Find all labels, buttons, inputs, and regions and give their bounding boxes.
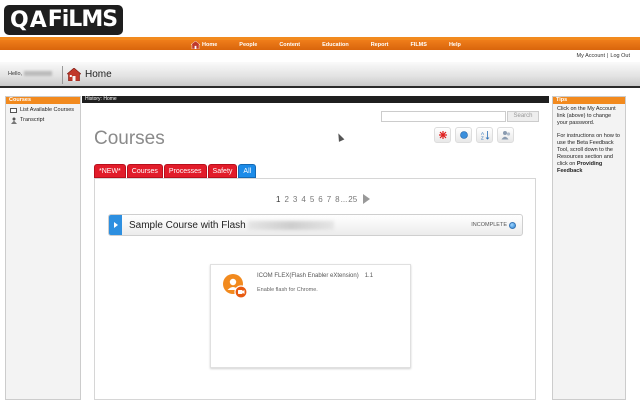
nav-label: Help [448,42,461,48]
site-logo[interactable]: Q A FiLMS [4,5,124,35]
account-separator: | [606,53,609,59]
course-tabs: *NEW* Courses Processes Safety All [94,164,257,178]
sidebar-item-transcript[interactable]: Transcript [6,114,80,124]
left-sidebar-title: Courses [6,97,80,104]
search-input[interactable] [381,111,506,122]
tab-new[interactable]: *NEW* [94,164,126,178]
nav-item-report[interactable]: Report [360,42,400,48]
search-button[interactable]: Search [507,111,539,122]
status-icon [459,131,468,139]
greeting: Hello, [8,71,53,77]
page-5[interactable]: 5 [310,195,314,204]
course-row[interactable]: Sample Course with Flash INCOMPLETE [108,214,523,236]
nav-item-content[interactable]: Content [268,42,311,48]
breadcrumb-home[interactable]: Home [67,68,112,81]
tips-title: Tips [553,97,625,104]
item-title[interactable]: ICOM FLEX(Flash Enabler eXtension) [257,273,359,279]
right-sidebar: Tips Click on the My Account link (above… [552,96,626,400]
item-version: 1.1 [364,273,374,279]
tab-all[interactable]: All [238,164,257,178]
status-button[interactable] [455,127,472,143]
home-icon [191,41,200,49]
redacted-user-name [24,71,53,77]
remove-button[interactable] [434,127,451,143]
divider [62,66,63,84]
nav-label: People [239,42,258,48]
main-content: History: Home Search Courses A Z *NEW* C… [82,96,549,400]
page-7[interactable]: 7 [327,195,331,204]
logo-box: Q A FiLMS [4,5,124,35]
page-8[interactable]: 8 [335,195,339,204]
item-description: Enable flash for Chrome. [257,287,318,293]
left-sidebar: Courses List Available Courses Transcrip… [5,96,81,400]
pagination: 1 2 3 4 5 6 7 8 ... 25 [276,194,371,204]
course-panel: 1 2 3 4 5 6 7 8 ... 25 Sample Course wit… [94,178,536,400]
sort-button[interactable]: A Z [476,127,493,143]
redacted-text [247,220,334,230]
nav-label: Home [202,42,218,48]
nav-label: Content [279,42,301,48]
page-4[interactable]: 4 [301,195,305,204]
user-filter-button[interactable] [497,127,514,143]
tip-feedback: For instructions on how to use the Beta … [553,131,625,175]
logo-a: A [29,7,47,33]
nav-item-help[interactable]: Help [438,42,472,48]
logo-films: FiLMS [47,7,118,32]
nav-item-people[interactable]: People [228,42,268,48]
page-title: Courses [94,128,165,149]
course-title: Sample Course with Flash [129,219,246,231]
flash-extension-icon [223,274,248,299]
sidebar-item-label: Transcript [20,117,45,123]
sidebar-item-label: List Available Courses [20,107,75,113]
svg-text:Z: Z [481,136,484,141]
nav-item-education[interactable]: Education [311,42,360,48]
sort-icon: A Z [481,131,489,141]
sidebar-item-list-courses[interactable]: List Available Courses [6,104,80,114]
page-6[interactable]: 6 [318,195,322,204]
tip-account: Click on the My Account link (above) to … [557,106,616,126]
log-out-link[interactable]: Log Out [610,53,630,59]
tab-safety[interactable]: Safety [207,164,238,178]
breadcrumb-label: Home [85,69,112,80]
main-nav: Home People Content Education Report FIL… [0,40,640,50]
course-status: INCOMPLETE [471,221,516,229]
greeting-bar: Hello, Home [0,62,640,88]
status-dot-icon [509,221,516,229]
item-title-row: ICOM FLEX(Flash Enabler eXtension) 1.1 [257,273,373,279]
nav-item-home[interactable]: Home [180,41,228,49]
nav-item-films[interactable]: FILMS [399,42,438,48]
page-25[interactable]: 25 [348,195,357,204]
nav-label: Education [322,42,349,48]
tab-courses[interactable]: Courses [126,164,163,178]
remove-icon [438,131,447,139]
course-list-icon [10,108,17,113]
logo-q: Q [10,7,29,33]
page-2[interactable]: 2 [284,195,288,204]
tab-processes[interactable]: Processes [163,164,207,178]
account-links: My Account | Log Out [577,53,630,59]
page-3[interactable]: 3 [293,195,297,204]
nav-label: FILMS [410,42,427,48]
greeting-label: Hello, [8,71,23,77]
page-1[interactable]: 1 [276,195,280,204]
toolbar: A Z [434,127,514,143]
next-page-arrow-icon[interactable] [363,194,371,204]
my-account-link[interactable]: My Account [577,53,605,59]
course-item-card[interactable]: ICOM FLEX(Flash Enabler eXtension) 1.1 E… [210,264,411,368]
user-icon [501,131,510,140]
transcript-icon [11,117,17,124]
play-arrow-icon [113,222,118,228]
nav-label: Report [370,42,389,48]
home-icon [67,68,81,81]
history-bar: History: Home [82,96,549,103]
status-label: INCOMPLETE [471,222,507,228]
expand-button[interactable] [109,215,122,235]
page-ellipsis: ... [340,194,348,204]
